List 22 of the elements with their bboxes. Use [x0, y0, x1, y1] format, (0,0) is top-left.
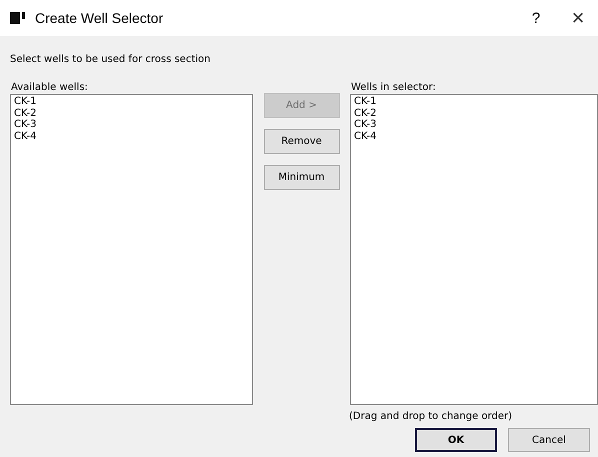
well-item[interactable]: CK-2: [14, 108, 249, 119]
action-button[interactable]: Remove: [264, 129, 340, 154]
app-icon: [10, 12, 27, 24]
well-item[interactable]: CK-2: [354, 108, 594, 119]
well-item[interactable]: CK-3: [14, 119, 249, 130]
well-item[interactable]: CK-4: [14, 130, 249, 142]
instruction-text: Select wells to be used for cross section: [10, 54, 212, 67]
well-item[interactable]: CK-3: [354, 119, 594, 130]
selector-wells-label: Wells in selector:: [350, 81, 437, 94]
help-button[interactable]: ?: [514, 0, 558, 36]
well-item[interactable]: CK-4: [354, 130, 594, 142]
available-wells-label: Available wells:: [10, 81, 89, 94]
action-button[interactable]: Minimum: [264, 165, 340, 190]
ok-button[interactable]: OK: [415, 428, 497, 452]
close-button[interactable]: ×: [558, 0, 598, 36]
available-wells-list[interactable]: CK-1 CK-2 CK-3 CK-4: [10, 94, 253, 405]
well-item[interactable]: CK-1: [14, 96, 249, 108]
selector-wells-list[interactable]: CK-1 CK-2 CK-3 CK-4: [350, 94, 598, 405]
hint-text: (Drag and drop to change order): [349, 410, 512, 422]
well-item[interactable]: CK-1: [354, 96, 594, 108]
cancel-button[interactable]: Cancel: [508, 428, 590, 452]
window-title: Create Well Selector: [35, 10, 164, 26]
